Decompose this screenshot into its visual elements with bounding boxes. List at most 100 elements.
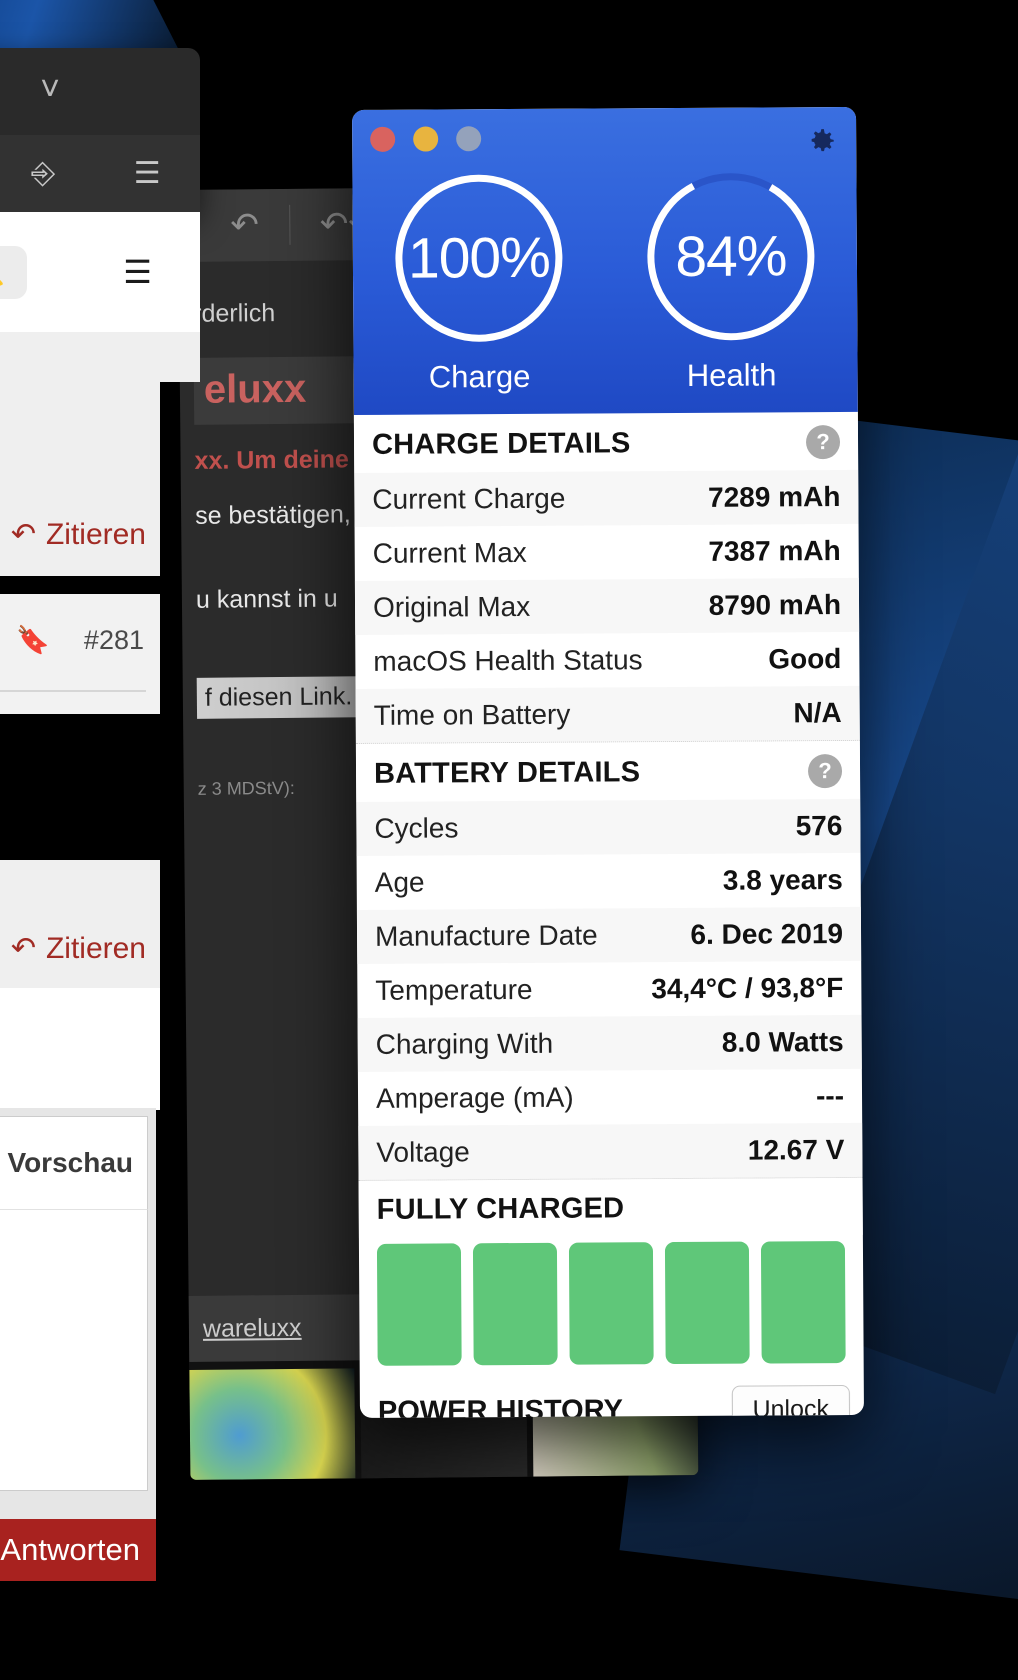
health-value: 84% (675, 224, 787, 290)
help-icon-2[interactable]: ? (807, 754, 843, 789)
quote-arrow-icon: ↶ (10, 518, 36, 551)
table-row: Original Max 8790 mAh (354, 577, 860, 635)
quote-label: Zitieren (45, 517, 146, 551)
zoom-button[interactable] (456, 126, 482, 152)
row-value: 6. Dec 2019 (690, 918, 844, 950)
charge-label: Charge (428, 358, 531, 395)
post-card-2: ↶ Zitieren (0, 860, 160, 990)
row-value: 576 (795, 810, 843, 842)
charge-ring: 100% (389, 169, 568, 348)
table-row: Current Charge 7289 mAh (354, 469, 859, 527)
charge-bar (568, 1242, 654, 1365)
row-key: Temperature (375, 973, 533, 1006)
row-key: Charging With (375, 1027, 554, 1060)
menu-icon[interactable]: ☰ (134, 156, 161, 191)
forum-link-line: f diesen Link. (196, 676, 361, 719)
row-value: 3.8 years (722, 864, 843, 896)
table-row: Charging With 8.0 Watts (357, 1014, 862, 1072)
post-number[interactable]: #281 (84, 625, 144, 656)
unlock-button[interactable]: Unlock (731, 1384, 851, 1418)
forum-line-1-text: xx. Um deine (194, 445, 349, 476)
gear-icon[interactable] (802, 123, 838, 159)
minimize-button[interactable] (413, 126, 439, 152)
battery-gauges: 100% Charge 84% Health (352, 167, 857, 396)
row-key: Current Max (372, 536, 527, 569)
health-ring: 84% (641, 167, 820, 346)
row-value: 7289 mAh (707, 481, 841, 513)
fully-charged-title: FULLY CHARGED (376, 1192, 625, 1226)
health-gauge: 84% Health (625, 167, 836, 394)
preview-label: Vorschau (7, 1147, 133, 1178)
preview-editor-body[interactable] (0, 1209, 148, 1491)
row-key: macOS Health Status (373, 644, 643, 677)
row-value: --- (815, 1080, 845, 1112)
menu-icon[interactable]: ☰ (123, 253, 152, 291)
row-key: Amperage (mA) (375, 1081, 574, 1114)
row-value: N/A (793, 697, 842, 729)
charge-value: 100% (407, 225, 550, 291)
window-traffic-lights (370, 126, 482, 152)
fully-charged-header: FULLY CHARGED (358, 1177, 863, 1238)
row-value: 8.0 Watts (721, 1026, 844, 1058)
post-card: ↶ Zitieren (0, 382, 160, 576)
thumbnail-1[interactable] (189, 1368, 356, 1480)
charge-bar (664, 1241, 750, 1365)
row-key: Original Max (372, 590, 531, 623)
battery-details-title: BATTERY DETAILS (373, 755, 641, 790)
table-row: Voltage 12.67 V (358, 1122, 863, 1181)
bookmark-icon[interactable]: 🔖 (16, 624, 50, 656)
reply-button-label: Antworten (0, 1532, 140, 1567)
battery-header: 100% Charge 84% Health (352, 106, 858, 415)
row-value: 12.67 V (747, 1134, 845, 1166)
row-value: 34,4°C / 93,8°F (651, 972, 844, 1005)
meta-divider (0, 690, 146, 692)
table-row: Temperature 34,4°C / 93,8°F (357, 961, 861, 1018)
chevron-down-icon[interactable]: ˅ (0, 70, 200, 109)
quote-label-2: Zitieren (45, 931, 146, 965)
power-history-header: POWER HISTORY Unlock (360, 1377, 864, 1418)
row-key: Current Charge (372, 482, 566, 515)
quote-arrow-icon-2: ↶ (10, 932, 36, 965)
help-icon[interactable]: ? (805, 425, 841, 460)
table-row: Amperage (mA) --- (358, 1069, 862, 1126)
toolbar-divider (288, 204, 291, 245)
table-row: Time on Battery N/A (355, 685, 860, 744)
close-button[interactable] (370, 126, 396, 152)
forum-footer-link[interactable]: wareluxx (203, 1313, 302, 1343)
preview-tab[interactable]: Vorschau (0, 1116, 148, 1209)
charge-bar (760, 1241, 846, 1364)
row-key: Time on Battery (373, 698, 571, 731)
site-sub-toolbar (0, 332, 200, 382)
fully-charged-bars (359, 1235, 864, 1380)
charge-bar (472, 1242, 558, 1366)
preview-panel: Vorschau (0, 1108, 156, 1524)
forum-brand: eluxx (203, 367, 307, 413)
charge-details-title: CHARGE DETAILS (371, 426, 631, 461)
health-label: Health (686, 357, 777, 393)
quote-button-2[interactable]: ↶ Zitieren (11, 931, 146, 966)
browser-toolbar: ⤓ ⎆ ☰ (0, 135, 200, 212)
post-meta-row: ∞ 🔖 #281 (0, 624, 160, 656)
bell-icon[interactable]: 🔔 (0, 245, 27, 299)
table-row: Manufacture Date 6. Dec 2019 (356, 906, 862, 964)
charge-gauge: 100% Charge (373, 169, 584, 396)
row-key: Voltage (376, 1136, 470, 1168)
extensions-icon[interactable]: ⎆ (31, 157, 55, 191)
post-meta-card: ∞ 🔖 #281 (0, 594, 160, 714)
row-value: Good (768, 643, 842, 675)
charge-bar (376, 1243, 462, 1366)
site-header-bar: 🔔 ☰ (0, 212, 200, 332)
row-key: Age (374, 866, 425, 898)
left-white-gap (0, 988, 160, 1110)
power-history-title: POWER HISTORY (377, 1394, 623, 1418)
undo-icon[interactable]: ↶ (230, 206, 259, 244)
table-row: Cycles 576 (356, 798, 861, 856)
row-value: 7387 mAh (708, 535, 841, 567)
reply-button[interactable]: Antworten (0, 1519, 156, 1581)
quote-button[interactable]: ↶ Zitieren (11, 517, 146, 552)
row-key: Cycles (374, 812, 459, 844)
table-row: Current Max 7387 mAh (355, 524, 859, 581)
row-value: 8790 mAh (708, 589, 842, 621)
battery-app-window[interactable]: 100% Charge 84% Health CHARGE DETAILS ? … (352, 106, 864, 1418)
table-row: Age 3.8 years (357, 853, 861, 910)
